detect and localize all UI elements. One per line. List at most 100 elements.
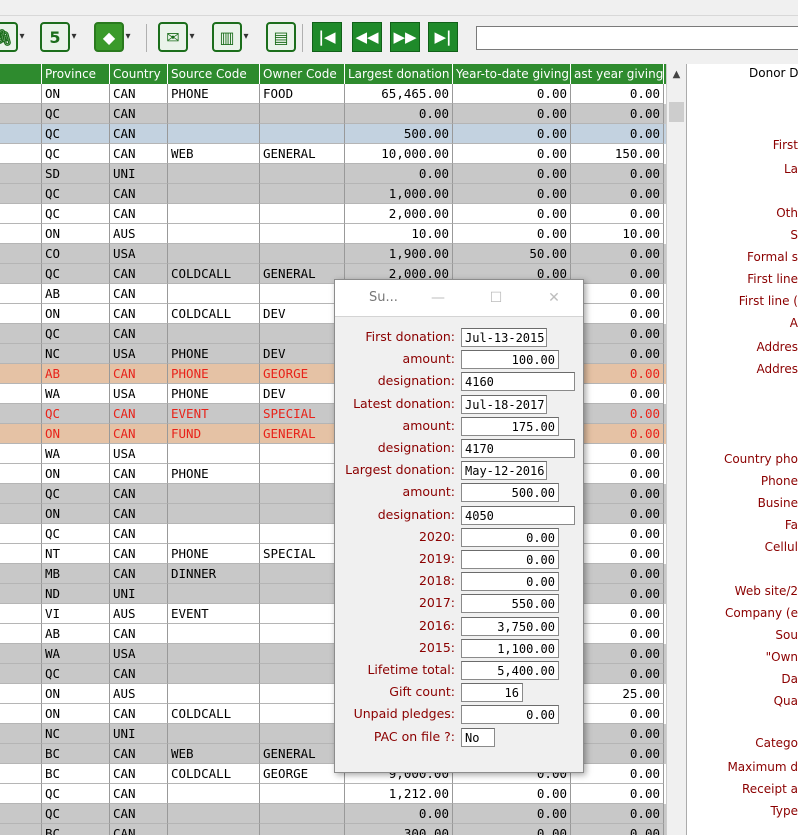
column-header[interactable]: Source Code [168, 64, 260, 84]
column-header[interactable]: ast year giving [571, 64, 664, 84]
table-cell[interactable]: 0.00 [571, 724, 664, 744]
last-record-icon[interactable]: ▶| [428, 22, 458, 52]
table-cell[interactable]: 0.00 [571, 504, 664, 524]
table-cell[interactable]: 0.00 [571, 244, 664, 264]
grid-vertical-scrollbar[interactable]: ▲ [666, 64, 686, 835]
table-cell[interactable] [260, 244, 345, 264]
table-cell[interactable]: 0.00 [571, 84, 664, 104]
table-cell[interactable] [260, 104, 345, 124]
table-cell[interactable]: 0.00 [571, 564, 664, 584]
table-cell[interactable]: QC [42, 124, 110, 144]
table-cell[interactable]: EVENT [168, 404, 260, 424]
table-cell[interactable]: ON [42, 684, 110, 704]
table-cell[interactable]: 0.00 [571, 524, 664, 544]
summary-field-value[interactable]: 500.00 [461, 483, 559, 502]
table-cell[interactable]: 0.00 [571, 444, 664, 464]
table-cell[interactable]: CAN [110, 104, 168, 124]
scroll-thumb[interactable] [669, 102, 684, 122]
table-cell[interactable]: 0.00 [453, 124, 571, 144]
table-cell[interactable]: GEORGE [260, 764, 345, 784]
table-cell[interactable]: 0.00 [571, 584, 664, 604]
table-cell[interactable]: AUS [110, 604, 168, 624]
tag-icon[interactable]: ◆ [94, 22, 124, 52]
table-cell[interactable]: 0.00 [571, 624, 664, 644]
table-cell[interactable] [168, 164, 260, 184]
table-cell[interactable]: COLDCALL [168, 704, 260, 724]
table-row[interactable]: QC CAN 1,212.00 0.00 0.00 [0, 784, 666, 804]
table-cell[interactable]: CAN [110, 704, 168, 724]
table-cell[interactable] [260, 684, 345, 704]
table-cell[interactable] [260, 524, 345, 544]
table-cell[interactable]: 0.00 [571, 304, 664, 324]
dropdown-arrow-icon[interactable]: ▾ [242, 30, 250, 42]
table-cell[interactable]: BC [42, 764, 110, 784]
table-row[interactable]: QC CAN 0.00 0.00 0.00 [0, 104, 666, 124]
table-cell[interactable]: CAN [110, 264, 168, 284]
table-cell[interactable]: PHONE [168, 544, 260, 564]
table-cell[interactable]: USA [110, 384, 168, 404]
table-cell[interactable]: CAN [110, 524, 168, 544]
table-cell[interactable]: 0.00 [571, 164, 664, 184]
table-cell[interactable]: UNI [110, 584, 168, 604]
table-cell[interactable] [260, 464, 345, 484]
table-cell[interactable]: ON [42, 304, 110, 324]
dropdown-arrow-icon[interactable]: ▾ [124, 30, 132, 42]
table-cell[interactable]: ON [42, 84, 110, 104]
dropdown-arrow-icon[interactable]: ▾ [70, 30, 78, 42]
table-cell[interactable]: 0.00 [571, 464, 664, 484]
table-cell[interactable] [168, 504, 260, 524]
table-cell[interactable]: QC [42, 784, 110, 804]
table-cell[interactable]: 0.00 [571, 104, 664, 124]
table-cell[interactable]: CAN [110, 804, 168, 824]
previous-record-icon[interactable]: ◀◀ [352, 22, 382, 52]
table-cell[interactable]: 0.00 [453, 184, 571, 204]
table-cell[interactable]: 0.00 [571, 424, 664, 444]
summary-field-value[interactable]: 4160 [461, 372, 575, 391]
table-cell[interactable]: ON [42, 224, 110, 244]
table-cell[interactable]: WEB [168, 744, 260, 764]
summary-field-value[interactable]: 5,400.00 [461, 661, 559, 680]
table-cell[interactable]: USA [110, 344, 168, 364]
table-cell[interactable]: QC [42, 184, 110, 204]
table-cell[interactable]: 0.00 [571, 264, 664, 284]
table-cell[interactable]: 0.00 [571, 704, 664, 724]
table-cell[interactable]: BC [42, 744, 110, 764]
summary-field-value[interactable]: 1,100.00 [461, 639, 559, 658]
table-cell[interactable] [260, 504, 345, 524]
table-cell[interactable]: 0.00 [571, 364, 664, 384]
table-cell[interactable]: COLDCALL [168, 264, 260, 284]
table-cell[interactable]: QC [42, 144, 110, 164]
table-cell[interactable]: 0.00 [571, 604, 664, 624]
envelope-icon[interactable]: ✉ [158, 22, 188, 52]
table-cell[interactable]: 0.00 [453, 204, 571, 224]
summary-field-value[interactable]: Jul-18-2017 [461, 395, 547, 414]
table-row[interactable]: QC CAN 0.00 0.00 0.00 [0, 804, 666, 824]
table-cell[interactable]: 50.00 [453, 244, 571, 264]
table-cell[interactable]: COLDCALL [168, 764, 260, 784]
table-cell[interactable]: NC [42, 724, 110, 744]
table-cell[interactable]: AUS [110, 224, 168, 244]
table-cell[interactable]: SPECIAL [260, 544, 345, 564]
table-cell[interactable]: 0.00 [453, 804, 571, 824]
report-icon[interactable]: ▥ [212, 22, 242, 52]
table-cell[interactable] [260, 324, 345, 344]
table-cell[interactable]: AB [42, 364, 110, 384]
table-cell[interactable]: 0.00 [571, 404, 664, 424]
table-cell[interactable] [168, 804, 260, 824]
clipboard-icon[interactable]: ▤ [266, 22, 296, 52]
table-cell[interactable]: SD [42, 164, 110, 184]
table-cell[interactable]: CAN [110, 564, 168, 584]
table-cell[interactable]: EVENT [168, 604, 260, 624]
table-cell[interactable] [260, 164, 345, 184]
table-cell[interactable]: CAN [110, 204, 168, 224]
table-cell[interactable]: CAN [110, 184, 168, 204]
table-cell[interactable]: 0.00 [453, 824, 571, 835]
table-row[interactable]: QC CAN 500.00 0.00 0.00 [0, 124, 666, 144]
table-cell[interactable]: NT [42, 544, 110, 564]
table-cell[interactable] [260, 804, 345, 824]
table-cell[interactable] [168, 624, 260, 644]
table-cell[interactable]: WA [42, 444, 110, 464]
table-cell[interactable]: 0.00 [571, 664, 664, 684]
table-cell[interactable] [168, 684, 260, 704]
table-cell[interactable]: PHONE [168, 344, 260, 364]
